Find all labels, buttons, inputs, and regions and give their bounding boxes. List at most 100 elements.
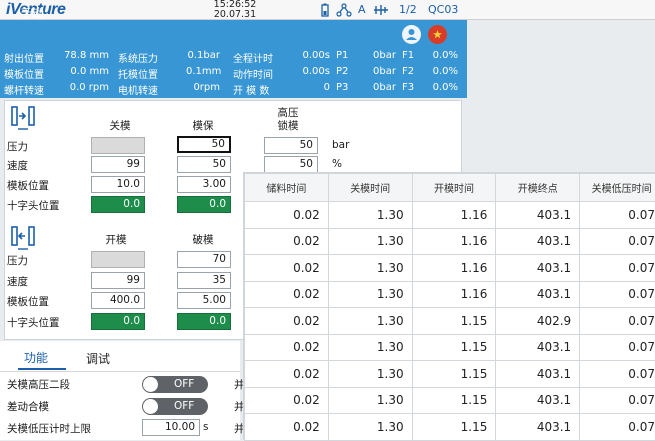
protect-pressure-field[interactable]: 50 [177, 136, 231, 153]
table-row[interactable]: 0.021.301.15402.90.07 [245, 308, 655, 335]
table-row[interactable]: 0.021.301.15403.10.07 [245, 414, 655, 441]
table-header[interactable]: 关模低压时间 [580, 174, 655, 202]
table-row[interactable]: 0.021.301.16403.10.07 [245, 255, 655, 282]
table-row[interactable]: 0.021.301.16403.10.07 [245, 228, 655, 255]
lowpress-limit-unit: s [203, 421, 208, 433]
table-cell: 0.02 [245, 361, 329, 388]
function-label-clamp-high2: 关模高压二段 [7, 377, 70, 392]
tab-debug[interactable]: 调试 [86, 350, 110, 367]
unit-bar: bar [332, 139, 349, 151]
open-speed-field[interactable]: 99 [91, 272, 145, 289]
high-speed-field[interactable]: 50 [264, 156, 318, 173]
status-chan: F1 [402, 50, 414, 61]
toggle-state: OFF [174, 400, 194, 412]
table-row[interactable]: 0.021.301.15403.10.07 [245, 387, 655, 414]
status-value: 0.0% [430, 66, 458, 77]
table-cell: 0.02 [245, 281, 329, 308]
table-cell: 403.1 [496, 387, 580, 414]
table-cell: 403.1 [496, 361, 580, 388]
differential-toggle[interactable]: OFF [142, 398, 208, 415]
function-label-lowpress-limit: 关模低压计时上限 [7, 421, 91, 436]
protect-speed-field[interactable]: 50 [177, 156, 231, 173]
table-cell: 403.1 [496, 228, 580, 255]
table-cell: 1.30 [328, 334, 412, 361]
close-pressure-field[interactable] [91, 137, 145, 154]
table-cell: 0.02 [245, 414, 329, 441]
table-cell: 0.02 [245, 228, 329, 255]
status-value: 0bar [370, 66, 396, 77]
status-label: 托模位置 [118, 66, 158, 81]
language-icon [428, 25, 447, 44]
close-crosshead-field: 0.0 [91, 196, 145, 213]
status-label: 开 模 数 [233, 82, 269, 97]
table-cell: 1.30 [328, 361, 412, 388]
tab-active-indicator [18, 368, 66, 370]
table-cell: 1.30 [328, 228, 412, 255]
mold-open-icon [10, 224, 36, 250]
table-cell: 1.15 [412, 387, 496, 414]
open-row-label-pressure: 压力 [7, 253, 28, 268]
status-value: 0.1mm [186, 66, 220, 77]
open-pressure-field[interactable] [91, 251, 145, 268]
row-label-speed: 速度 [7, 158, 28, 173]
table-cell: 1.30 [328, 387, 412, 414]
table-cell: 1.15 [412, 414, 496, 441]
table-cell: 0.07 [580, 414, 655, 441]
network-icon [336, 3, 352, 17]
table-cell: 0.07 [580, 202, 655, 229]
table-cell: 1.16 [412, 281, 496, 308]
clamp-high2-toggle[interactable]: OFF [142, 376, 208, 393]
status-label: 动作时间 [233, 66, 273, 81]
table-row[interactable]: 0.021.301.16403.10.07 [245, 202, 655, 229]
open-row-label-crosshead: 十字头位置 [7, 315, 60, 330]
tab-function[interactable]: 功能 [24, 349, 48, 366]
table-cell: 1.30 [328, 281, 412, 308]
protect-position-field[interactable]: 3.00 [177, 176, 231, 193]
table-cell: 1.30 [328, 202, 412, 229]
table-cell: 1.16 [412, 228, 496, 255]
status-chan: P3 [336, 82, 348, 93]
lowpress-limit-field[interactable]: 10.00 [142, 419, 200, 436]
col-break-header: 破模 [183, 232, 223, 247]
status-label: 螺杆转速 [4, 82, 44, 97]
status-value: 0.0% [430, 50, 458, 61]
table-cell: 0.07 [580, 361, 655, 388]
cycle-time-table-popup: 储料时间关模时间开模时间开模终点关模低压时间 0.021.301.16403.1… [243, 172, 655, 440]
table-cell: 402.9 [496, 308, 580, 335]
wrench-icon[interactable] [372, 3, 390, 17]
table-row[interactable]: 0.021.301.16403.10.07 [245, 281, 655, 308]
table-cell: 1.15 [412, 334, 496, 361]
break-pressure-field[interactable]: 70 [177, 251, 231, 268]
battery-icon [318, 3, 332, 17]
table-cell: 0.02 [245, 255, 329, 282]
unit-percent: % [332, 158, 342, 170]
table-cell: 1.16 [412, 202, 496, 229]
user-button[interactable] [402, 25, 421, 44]
language-button[interactable] [428, 25, 447, 44]
header-bar [0, 20, 467, 45]
status-label: 系统压力 [118, 50, 158, 65]
table-header[interactable]: 开模时间 [412, 174, 496, 202]
table-cell: 403.1 [496, 281, 580, 308]
status-label: 电机转速 [118, 82, 158, 97]
break-position-field[interactable]: 5.00 [177, 292, 231, 309]
page-indicator[interactable]: 1/2 [399, 3, 417, 16]
table-cell: 403.1 [496, 334, 580, 361]
toggle-knob [143, 399, 158, 414]
high-pressure-field[interactable]: 50 [264, 137, 318, 154]
row-label-crosshead: 十字头位置 [7, 198, 60, 213]
table-header[interactable]: 储料时间 [245, 174, 329, 202]
table-row[interactable]: 0.021.301.15403.10.07 [245, 334, 655, 361]
open-position-field[interactable]: 400.0 [91, 292, 145, 309]
table-header[interactable]: 开模终点 [496, 174, 580, 202]
table-cell: 0.07 [580, 281, 655, 308]
table-cell: 0.07 [580, 255, 655, 282]
table-cell: 0.07 [580, 334, 655, 361]
table-row[interactable]: 0.021.301.15403.10.07 [245, 361, 655, 388]
close-speed-field[interactable]: 99 [91, 156, 145, 173]
break-speed-field[interactable]: 35 [177, 272, 231, 289]
close-position-field[interactable]: 10.0 [91, 176, 145, 193]
status-value: 0.00s [298, 50, 330, 61]
table-cell: 403.1 [496, 255, 580, 282]
table-header[interactable]: 关模时间 [328, 174, 412, 202]
